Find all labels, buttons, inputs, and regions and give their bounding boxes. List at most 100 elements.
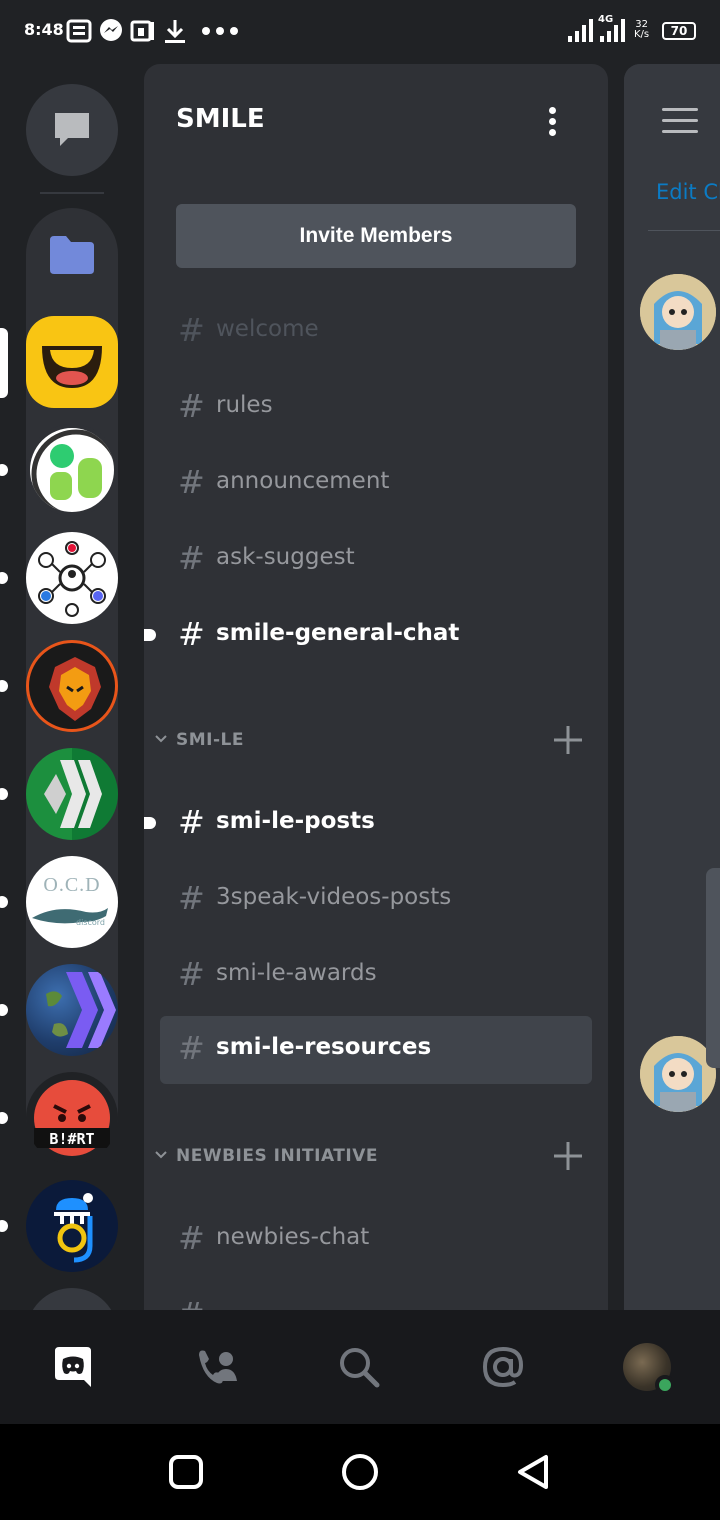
channel-name: announcement	[216, 468, 390, 494]
chat-header	[624, 64, 720, 176]
system-navigation-bar	[0, 1424, 720, 1520]
channel-smi-le-resources[interactable]: # smi-le-resources	[160, 1016, 592, 1084]
user-avatar[interactable]	[640, 274, 716, 350]
server-name[interactable]: SMILE	[176, 104, 265, 134]
folder-icon[interactable]	[50, 236, 94, 274]
server-blocks[interactable]	[26, 424, 118, 516]
home-icon[interactable]	[340, 1452, 380, 1492]
hash-icon: #	[178, 539, 205, 577]
bottom-tab-bar	[0, 1310, 720, 1424]
hive-logo-icon	[44, 760, 102, 828]
hash-icon: #	[178, 387, 205, 425]
unread-indicator	[144, 817, 156, 829]
server-options-icon[interactable]	[542, 104, 562, 138]
hash-icon: #	[178, 311, 205, 349]
category-name: SMI-LE	[176, 730, 244, 750]
channel-sidebar: SMILE Invite Members # welcome # rules #…	[144, 64, 608, 1310]
download-icon	[165, 20, 185, 43]
channel-3speak-videos-posts[interactable]: # 3speak-videos-posts	[160, 866, 592, 932]
status-bar: 8:48 4G 32 K/s 70	[0, 0, 720, 64]
tab-friends[interactable]	[182, 1332, 252, 1402]
app-notification-icon	[130, 20, 154, 42]
user-avatar[interactable]	[640, 1036, 716, 1112]
channel-smi-le-awards[interactable]: # smi-le-awards	[160, 942, 592, 1008]
channel-name: smi-le-resources	[216, 1034, 432, 1060]
unread-indicator	[0, 788, 8, 800]
battery-indicator: 70	[662, 22, 696, 40]
speed-unit: K/s	[634, 29, 650, 40]
tab-profile[interactable]	[612, 1332, 682, 1402]
network-type: 4G	[598, 14, 614, 25]
user-avatar	[623, 1343, 675, 1395]
unread-indicator	[0, 464, 8, 476]
server-angry[interactable]: B!#RT	[26, 1072, 118, 1164]
chat-panel-peek[interactable]: Edit Ch	[624, 64, 720, 1310]
chat-bubble-icon	[55, 113, 89, 146]
hash-icon: #	[178, 803, 205, 841]
channel-announcement[interactable]: # announcement	[160, 450, 592, 516]
rail-separator	[40, 192, 104, 194]
ocd-sub-text: discord	[76, 918, 105, 927]
chevron-down-icon	[155, 1151, 167, 1159]
back-icon[interactable]	[514, 1452, 554, 1492]
edit-channel-link[interactable]: Edit Ch	[656, 180, 720, 204]
server-network[interactable]	[26, 532, 118, 624]
server-rail: O.C.D discord B!#RT	[0, 64, 144, 1380]
ho-logo-icon	[54, 1193, 93, 1263]
channel-newbies-chat[interactable]: # newbies-chat	[160, 1206, 592, 1272]
angry-logo-text: B!#RT	[49, 1130, 95, 1148]
hash-icon: #	[178, 955, 205, 993]
unread-indicator	[0, 1112, 8, 1124]
server-smile[interactable]	[26, 316, 118, 408]
network-speed: 32 K/s	[634, 20, 649, 40]
server-lion[interactable]	[26, 640, 118, 732]
hamburger-menu-icon[interactable]	[662, 108, 698, 141]
channel-smile-general-chat[interactable]: # smile-general-chat	[144, 602, 592, 668]
server-earth-hive[interactable]	[26, 964, 118, 1056]
anime-avatar-icon	[640, 274, 716, 350]
recent-apps-icon[interactable]	[166, 1452, 206, 1492]
channel-smi-le-posts[interactable]: # smi-le-posts	[144, 790, 592, 856]
channel-rules[interactable]: # rules	[160, 374, 592, 440]
server-hive[interactable]	[26, 748, 118, 840]
channel-name: smi-le-awards	[216, 960, 377, 986]
tab-search[interactable]	[324, 1332, 394, 1402]
discord-home-icon	[55, 1347, 91, 1387]
channel-name: smi-le-posts	[216, 808, 375, 834]
category-newbies-initiative[interactable]: NEWBIES INITIATIVE	[154, 1136, 594, 1176]
hash-icon: #	[178, 1029, 205, 1067]
search-icon	[340, 1348, 380, 1388]
selected-server-indicator	[0, 328, 8, 398]
server-ocd[interactable]: O.C.D discord	[26, 856, 118, 948]
unread-indicator	[0, 680, 8, 692]
server-ho[interactable]	[26, 1180, 118, 1272]
add-channel-icon[interactable]	[552, 1140, 584, 1172]
channel-name: ask-suggest	[216, 544, 355, 570]
signal-icon	[568, 19, 593, 42]
channel-welcome[interactable]: # welcome	[160, 298, 592, 364]
direct-messages-button[interactable]	[26, 84, 118, 176]
online-status-icon	[655, 1375, 675, 1395]
category-smi-le[interactable]: SMI-LE	[154, 720, 594, 760]
category-name: NEWBIES INITIATIVE	[176, 1146, 378, 1166]
whale-icon	[32, 908, 108, 924]
unread-indicator	[0, 896, 8, 908]
channel-partial[interactable]: #	[160, 1282, 592, 1310]
tab-home[interactable]	[38, 1332, 108, 1402]
channel-name: 3speak-videos-posts	[216, 884, 452, 910]
scroll-handle[interactable]	[706, 868, 720, 1068]
add-channel-icon[interactable]	[552, 724, 584, 756]
hash-icon: #	[178, 1295, 205, 1310]
smile-logo-icon	[42, 346, 102, 388]
channel-ask-suggest[interactable]: # ask-suggest	[160, 526, 592, 592]
invite-members-button[interactable]: Invite Members	[176, 204, 576, 268]
tab-mentions[interactable]	[468, 1332, 538, 1402]
angry-face-logo-icon	[34, 1080, 110, 1156]
status-time: 8:48	[24, 20, 64, 39]
mention-icon	[482, 1346, 524, 1388]
channel-name: welcome	[216, 316, 319, 342]
chevron-down-icon	[155, 735, 167, 743]
unread-indicator	[0, 572, 8, 584]
unread-indicator	[0, 1220, 8, 1232]
friends-icon	[199, 1350, 237, 1384]
